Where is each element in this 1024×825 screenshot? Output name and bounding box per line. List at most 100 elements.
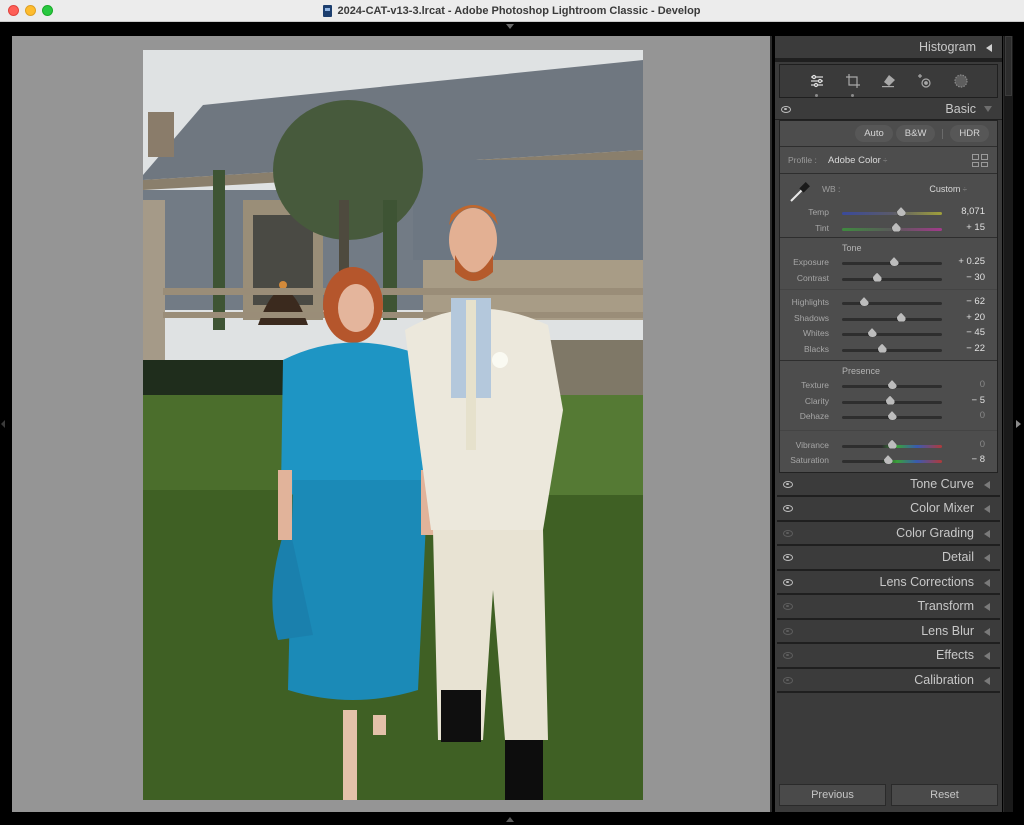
blacks-slider-thumb[interactable]	[877, 343, 887, 353]
tint-slider-thumb[interactable]	[891, 222, 901, 232]
crop-icon[interactable]	[845, 74, 860, 97]
expand-section-icon[interactable]	[984, 480, 990, 489]
red-eye-icon[interactable]	[917, 74, 932, 88]
vibrance-slider-row: Vibrance 0	[780, 437, 997, 453]
vibrance-slider[interactable]	[842, 439, 942, 449]
texture-slider[interactable]	[842, 380, 942, 389]
exposure-slider[interactable]	[842, 257, 942, 266]
blacks-value[interactable]: − 22	[966, 343, 985, 354]
highlights-slider-thumb[interactable]	[859, 297, 869, 306]
dehaze-label: Dehaze	[799, 411, 829, 421]
tone-curve-visibility-eye-icon[interactable]	[783, 480, 793, 488]
expand-section-icon[interactable]	[984, 627, 990, 636]
vibrance-value[interactable]: 0	[980, 439, 985, 450]
clarity-value[interactable]: − 5	[972, 395, 985, 406]
whites-slider-thumb[interactable]	[867, 328, 877, 337]
lens-corrections-visibility-eye-icon[interactable]	[783, 578, 793, 586]
detail-visibility-eye-icon[interactable]	[783, 554, 793, 561]
basic-visibility-eye-icon[interactable]	[781, 106, 791, 113]
color-grading-visibility-eye-icon[interactable]	[783, 529, 793, 537]
saturation-slider-thumb[interactable]	[883, 455, 893, 464]
shadows-value[interactable]: + 20	[966, 312, 985, 323]
basic-section-header[interactable]: Basic	[775, 98, 1002, 120]
expand-section-icon[interactable]	[984, 676, 990, 685]
expand-section-icon[interactable]	[984, 603, 990, 611]
black-white-button[interactable]: B&W	[895, 125, 936, 142]
blacks-slider[interactable]	[842, 343, 942, 353]
previous-button[interactable]: Previous	[779, 784, 886, 806]
contrast-slider-thumb[interactable]	[872, 272, 882, 282]
expand-section-icon[interactable]	[984, 652, 990, 660]
clarity-slider-thumb[interactable]	[885, 395, 895, 405]
toggle-top-panel-arrow[interactable]	[506, 24, 514, 29]
section-calibration[interactable]: Calibration	[777, 668, 1000, 693]
reset-button[interactable]: Reset	[891, 784, 998, 806]
highlights-value[interactable]: − 62	[966, 296, 985, 307]
contrast-value[interactable]: − 30	[966, 272, 985, 283]
section-transform[interactable]: Transform	[777, 595, 1000, 620]
auto-button[interactable]: Auto	[855, 125, 893, 142]
expand-section-icon[interactable]	[984, 505, 990, 513]
saturation-value[interactable]: − 8	[972, 454, 985, 465]
right-panel-scrollbar[interactable]	[1003, 36, 1013, 812]
expand-section-icon[interactable]	[984, 529, 990, 538]
section-lens-blur[interactable]: Lens Blur	[777, 619, 1000, 644]
temp-slider[interactable]	[842, 207, 942, 216]
profile-dropdown[interactable]: Adobe Color	[828, 155, 887, 166]
histogram-header[interactable]: Histogram	[775, 36, 1002, 62]
hdr-button[interactable]: HDR	[950, 125, 989, 142]
effects-visibility-eye-icon[interactable]	[783, 652, 793, 659]
whites-slider[interactable]	[842, 328, 942, 337]
profile-label: Profile :	[788, 155, 817, 165]
wb-preset-dropdown[interactable]: Custom	[929, 184, 989, 194]
edit-sliders-icon[interactable]	[810, 74, 824, 97]
section-tone-curve[interactable]: Tone Curve	[777, 472, 1000, 497]
temp-value[interactable]: 8,071	[961, 206, 985, 217]
close-window-button[interactable]	[8, 5, 19, 16]
section-color-mixer[interactable]: Color Mixer	[777, 497, 1000, 522]
shadows-label: Shadows	[794, 312, 829, 323]
scrollbar-thumb[interactable]	[1005, 36, 1012, 96]
toggle-filmstrip-arrow[interactable]	[506, 817, 514, 822]
color-mixer-visibility-eye-icon[interactable]	[783, 505, 793, 512]
expand-section-icon[interactable]	[984, 554, 990, 562]
toggle-right-panel-arrow[interactable]	[1016, 420, 1021, 428]
expand-section-icon[interactable]	[984, 578, 990, 587]
masking-icon[interactable]	[953, 74, 968, 88]
healing-eraser-icon[interactable]	[881, 74, 896, 88]
lens-blur-visibility-eye-icon[interactable]	[783, 627, 793, 635]
shadows-slider[interactable]	[842, 312, 942, 322]
toggle-left-panel-arrow[interactable]	[1, 420, 5, 428]
clarity-slider[interactable]	[842, 395, 942, 405]
dehaze-value[interactable]: 0	[980, 410, 985, 421]
section-effects[interactable]: Effects	[777, 644, 1000, 669]
maximize-window-button[interactable]	[42, 5, 53, 16]
calibration-visibility-eye-icon[interactable]	[783, 676, 793, 684]
photo-preview[interactable]	[143, 50, 643, 800]
temp-slider-thumb[interactable]	[896, 207, 906, 216]
collapse-basic-icon[interactable]	[984, 106, 992, 112]
texture-value[interactable]: 0	[980, 379, 985, 390]
dehaze-slider-thumb[interactable]	[887, 411, 897, 420]
transform-visibility-eye-icon[interactable]	[783, 603, 793, 610]
white-balance-eyedropper-icon[interactable]	[788, 180, 812, 204]
image-canvas[interactable]	[12, 36, 772, 812]
section-lens-corrections[interactable]: Lens Corrections	[777, 570, 1000, 595]
highlights-slider[interactable]	[842, 297, 942, 306]
dehaze-slider[interactable]	[842, 411, 942, 420]
exposure-value[interactable]: + 0.25	[958, 256, 985, 267]
vibrance-slider-thumb[interactable]	[887, 439, 897, 449]
section-detail[interactable]: Detail	[777, 546, 1000, 571]
contrast-slider[interactable]	[842, 272, 942, 282]
tint-value[interactable]: + 15	[966, 222, 985, 233]
shadows-slider-thumb[interactable]	[896, 312, 906, 322]
exposure-slider-thumb[interactable]	[889, 257, 899, 266]
texture-slider-thumb[interactable]	[887, 380, 897, 389]
whites-value[interactable]: − 45	[966, 327, 985, 338]
section-color-grading[interactable]: Color Grading	[777, 521, 1000, 546]
minimize-window-button[interactable]	[25, 5, 36, 16]
profile-browser-grid-icon[interactable]	[972, 154, 988, 167]
tint-slider[interactable]	[842, 222, 942, 232]
expand-histogram-icon[interactable]	[986, 44, 992, 52]
saturation-slider[interactable]	[842, 455, 942, 464]
